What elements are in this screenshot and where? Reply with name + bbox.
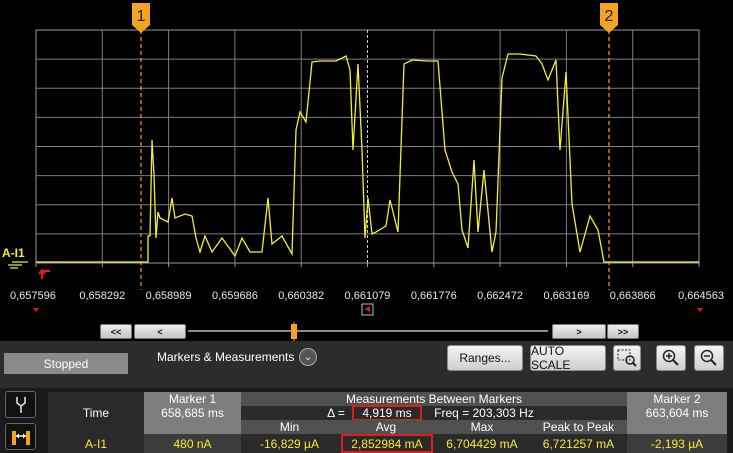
scroll-next-button[interactable]: > [552,324,606,339]
axis-tick-label: 0,663169 [543,290,589,302]
axis-tick-label: 0,660382 [278,290,324,302]
scroll-prev-button[interactable]: < [134,324,186,339]
marker2-header: Marker 2 [627,392,727,406]
min-header: Min [241,420,338,434]
channel-row-label: A-I1 [84,436,107,451]
avg-value: 2,852984 mA [341,434,433,453]
status-indicator: Stopped [4,353,128,374]
axis-tick-label: 0,659686 [212,290,258,302]
frequency-value: Freq = 203,303 Hz [434,406,534,420]
oscilloscope-display[interactable]: 1 2 A-I1 0,657596 0,658292 0,658989 0,65968… [0,0,733,453]
time-label: Time [82,406,110,420]
zoom-out-icon[interactable] [694,345,724,371]
p2p-header: Peak to Peak [530,420,627,434]
scroll-first-button[interactable]: << [100,324,132,339]
trigger-arrow-icon [38,268,50,279]
axis-tick-label: 0,658989 [146,290,192,302]
max-header: Max [434,420,530,434]
zoom-in-icon[interactable] [656,345,686,371]
marker-2-label: 2 [605,8,614,25]
time-axis: 0,657596 0,658292 0,658989 0,659686 0,660382… [10,263,724,302]
axis-tick-label: 0,662472 [477,290,523,302]
between-header: Measurements Between Markers [241,392,627,406]
delta-prefix: Δ = [327,406,345,420]
ranges-button[interactable]: Ranges... [447,345,523,371]
max-value: 6,704429 mA [446,436,518,451]
avg-header: Avg [338,420,434,434]
axis-tick-label: 0,663866 [610,290,656,302]
marker-tool-icon[interactable] [5,423,36,450]
min-value: -16,829 µA [260,436,319,451]
axis-tick-label: 0,661776 [411,290,457,302]
marker2-value: -2,193 µA [627,434,727,453]
ground-icon [8,261,28,269]
zoom-region-icon[interactable] [613,345,641,371]
measurements-table: Marker 1 Measurements Between Markers Ma… [48,392,727,453]
marker1-header: Marker 1 [144,392,241,406]
axis-tick-label: 0,661079 [345,290,391,302]
auto-scale-button[interactable]: AUTO SCALE [530,344,606,372]
scroll-last-button[interactable]: >> [607,324,639,339]
marker1-time: 658,685 ms [144,406,241,434]
center-marker-icon[interactable] [361,303,374,316]
axis-tick-label: 0,664563 [678,290,724,302]
marker1-value: 480 nA [144,434,241,453]
p2p-value: 6,721257 mA [542,436,615,451]
axis-tick-label: 0,657596 [10,290,56,302]
chevron-down-icon[interactable]: ⌄ [299,348,317,366]
marker2-time: 663,604 ms [627,406,727,434]
right-bound-icon [697,308,703,312]
timeline-thumb[interactable] [291,322,297,341]
probe-tool-icon[interactable] [5,391,36,418]
marker-1-label: 1 [137,8,146,25]
markers-panel-label[interactable]: Markers & Measurements [157,350,294,364]
delta-value: 4,919 ms [352,405,422,421]
channel-label: A-I1 [2,246,25,260]
axis-tick-label: 0,658292 [79,290,125,302]
left-bound-icon [33,308,39,312]
